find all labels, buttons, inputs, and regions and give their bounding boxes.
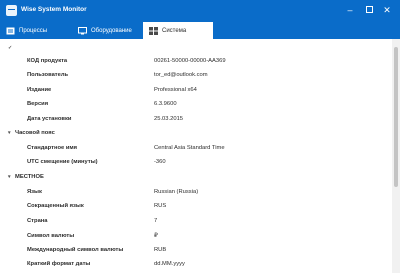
windows-logo-icon <box>149 26 158 35</box>
table-row: Язык Russian (Russia) <box>27 189 199 195</box>
group-os[interactable]: ✓ <box>0 41 392 55</box>
monitor-icon <box>78 26 87 35</box>
table-row: КОД продукта 00261-50000-00000-AA369 <box>27 58 226 64</box>
group-timezone[interactable]: ▾ Часовой пояс <box>0 126 392 140</box>
table-row: Издание Professional x64 <box>27 87 197 93</box>
collapse-caret-icon[interactable]: ▾ <box>8 174 11 180</box>
table-row: Версия 6.3.9600 <box>27 101 177 107</box>
tab-hardware-label: Оборудование <box>91 27 132 34</box>
app-icon <box>6 5 17 16</box>
system-info-panel: ✓ КОД продукта 00261-50000-00000-AA369 П… <box>0 39 392 273</box>
tab-system[interactable]: Система <box>143 22 213 39</box>
group-title: Часовой пояс <box>15 130 55 136</box>
tab-processes-label: Процессы <box>19 27 48 34</box>
window-title: Wise System Monitor <box>21 6 87 13</box>
minimize-icon[interactable]: – <box>343 4 357 16</box>
table-row: Пользователь tor_ed@outlook.com <box>27 72 208 78</box>
table-row: Дата установки 25.03.2015 <box>27 116 184 122</box>
processes-icon <box>6 27 15 35</box>
maximize-icon[interactable] <box>362 4 376 16</box>
table-row: Стандартное имя Central Asia Standard Ti… <box>27 145 225 151</box>
title-bar: Wise System Monitor – ✕ <box>0 0 400 22</box>
vertical-scrollbar[interactable] <box>392 39 400 273</box>
group-title: МЕСТНОЕ <box>15 174 44 180</box>
tab-processes[interactable]: Процессы <box>0 22 70 39</box>
table-row: Сокращенный язык RUS <box>27 203 167 209</box>
table-row: Символ валюты ₽ <box>27 233 158 239</box>
table-row: Международный символ валюты RUB <box>27 247 167 253</box>
tab-system-label: Система <box>162 27 187 34</box>
table-row: UTC смещение (минуты) -360 <box>27 159 166 165</box>
collapse-caret-icon[interactable]: ✓ <box>8 45 12 51</box>
table-row: Страна 7 <box>27 218 158 224</box>
tab-bar: Процессы Оборудование Система <box>0 22 400 39</box>
table-row: Краткий формат даты dd.MM.yyyy <box>27 261 185 267</box>
scrollbar-thumb[interactable] <box>394 47 398 187</box>
close-icon[interactable]: ✕ <box>380 4 394 16</box>
group-locale[interactable]: ▾ МЕСТНОЕ <box>0 170 392 184</box>
collapse-caret-icon[interactable]: ▾ <box>8 130 11 136</box>
tab-hardware[interactable]: Оборудование <box>72 22 142 39</box>
